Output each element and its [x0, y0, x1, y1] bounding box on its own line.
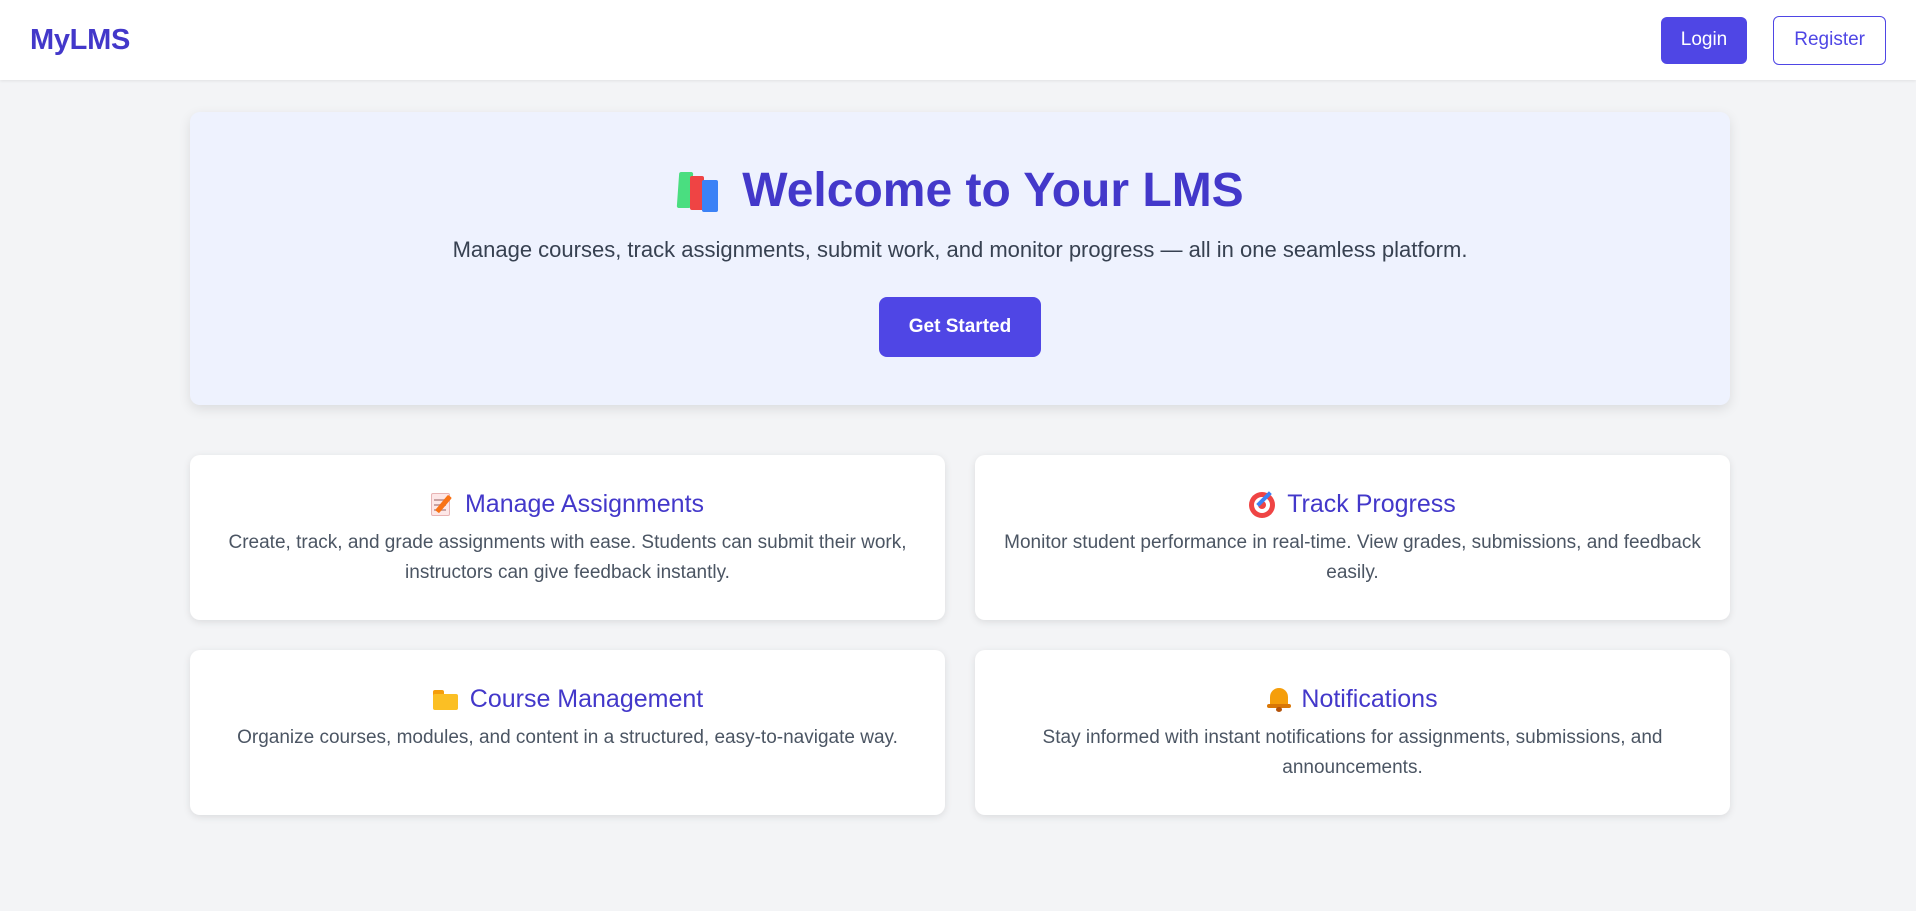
feature-title-text: Track Progress — [1287, 489, 1456, 518]
bell-icon — [1267, 686, 1292, 712]
feature-card-courses: Course Management Organize courses, modu… — [190, 650, 945, 815]
brand-logo[interactable]: MyLMS — [30, 24, 130, 57]
target-icon — [1249, 490, 1277, 518]
feature-card-notifications: Notifications Stay informed with instant… — [975, 650, 1730, 815]
hero-heading: Welcome to Your LMS — [190, 160, 1730, 220]
register-button[interactable]: Register — [1773, 15, 1886, 65]
feature-title: Notifications — [1000, 682, 1705, 716]
feature-description: Monitor student performance in real-time… — [1004, 532, 1701, 583]
books-icon — [676, 168, 724, 212]
folder-icon — [432, 687, 460, 711]
feature-title: Manage Assignments — [215, 487, 920, 521]
feature-title-text: Course Management — [469, 684, 704, 713]
feature-description: Stay informed with instant notifications… — [1042, 727, 1663, 778]
top-navbar: MyLMS Login Register — [0, 0, 1916, 80]
feature-description: Create, track, and grade assignments wit… — [228, 532, 907, 583]
feature-title: Track Progress — [1000, 487, 1705, 521]
get-started-button[interactable]: Get Started — [878, 297, 1042, 357]
hero-banner: Welcome to Your LMS Manage courses, trac… — [190, 112, 1730, 405]
feature-title: Course Management — [215, 682, 920, 716]
feature-title-text: Manage Assignments — [464, 489, 705, 518]
hero-subtitle: Manage courses, track assignments, submi… — [452, 237, 1468, 262]
feature-card-progress: Track Progress Monitor student performan… — [975, 455, 1730, 620]
feature-description: Organize courses, modules, and content i… — [237, 727, 898, 748]
hero-title: Welcome to Your LMS — [742, 163, 1244, 217]
feature-title-text: Notifications — [1301, 684, 1438, 713]
nav-actions: Login Register — [1660, 15, 1886, 65]
login-button[interactable]: Login — [1660, 16, 1748, 64]
feature-card-assignments: Manage Assignments Create, track, and gr… — [190, 455, 945, 620]
memo-icon — [430, 491, 455, 517]
